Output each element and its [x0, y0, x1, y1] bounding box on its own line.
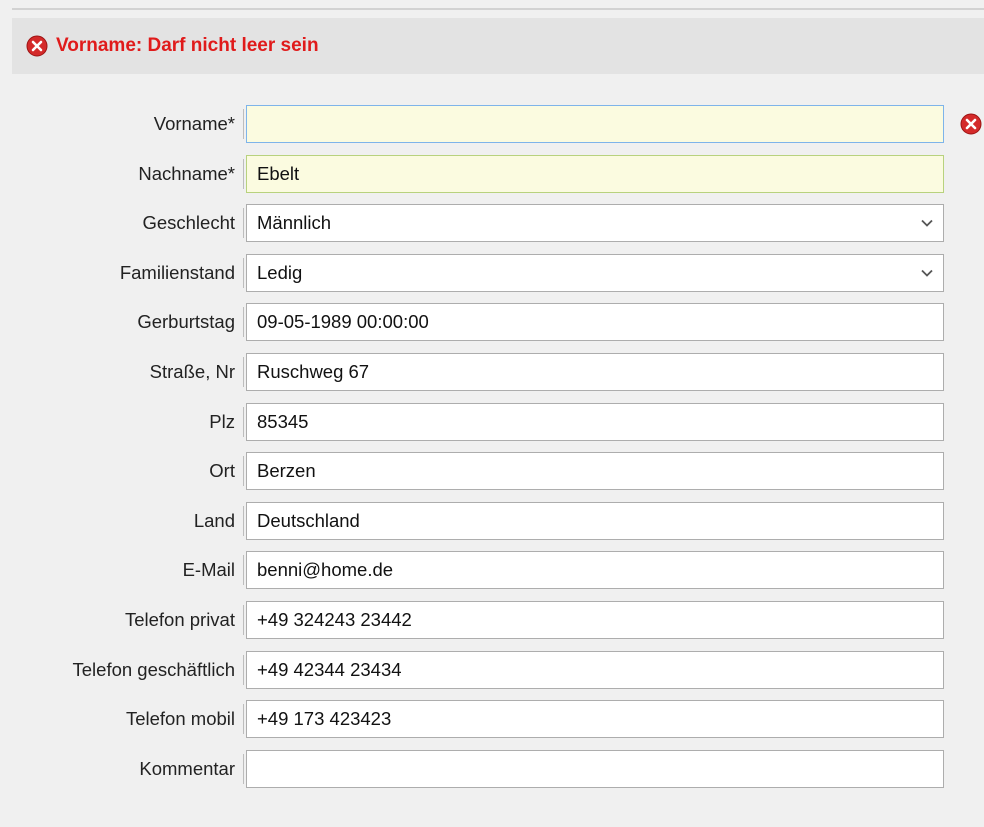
ort-input[interactable]: Berzen	[246, 452, 944, 491]
top-divider	[12, 8, 984, 10]
land-input[interactable]: Deutschland	[246, 501, 944, 540]
email-input[interactable]: benni@home.de	[246, 551, 944, 590]
telefon-mobil-input[interactable]: +49 173 423423	[246, 700, 944, 739]
validation-error-message: Vorname: Darf nicht leer sein	[56, 35, 319, 56]
form-row-telefon-geschaeftlich: Telefon geschäftlich +49 42344 23434	[0, 650, 984, 701]
form-row-telefon-privat: Telefon privat +49 324243 23442	[0, 600, 984, 651]
error-x-circle-icon	[26, 35, 48, 57]
validation-error-banner: Vorname: Darf nicht leer sein	[12, 18, 984, 74]
person-form: Vorname* Nachname* Ebelt Geschlecht Männ…	[0, 105, 984, 799]
geschlecht-select[interactable]: Männlich	[246, 204, 944, 243]
strasse-input[interactable]: Ruschweg 67	[246, 352, 944, 391]
form-row-familienstand: Familienstand Ledig	[0, 253, 984, 304]
form-row-nachname: Nachname* Ebelt	[0, 154, 984, 205]
label-separator	[243, 208, 244, 239]
form-row-geburtstag: Gerburtstag 09-05-1989 00:00:00	[0, 303, 984, 353]
geburtstag-input[interactable]: 09-05-1989 00:00:00	[246, 303, 944, 342]
kommentar-input[interactable]	[246, 749, 944, 788]
telefon-geschaeftlich-label: Telefon geschäftlich	[72, 658, 236, 680]
ort-label: Ort	[209, 460, 235, 482]
email-label: E-Mail	[182, 559, 235, 581]
label-separator	[243, 257, 244, 288]
label-separator	[243, 456, 244, 487]
label-separator	[243, 158, 244, 189]
field-error-icon	[960, 113, 982, 135]
form-row-strasse: Straße, Nr Ruschweg 67	[0, 352, 984, 403]
familienstand-label: Familienstand	[119, 261, 235, 283]
label-separator	[243, 704, 244, 735]
chevron-down-icon[interactable]	[921, 269, 933, 277]
telefon-privat-input[interactable]: +49 324243 23442	[246, 600, 944, 639]
form-row-geschlecht: Geschlecht Männlich	[0, 204, 984, 254]
nachname-input[interactable]: Ebelt	[246, 154, 944, 193]
geburtstag-label: Gerburtstag	[137, 311, 235, 333]
form-row-telefon-mobil: Telefon mobil +49 173 423423	[0, 700, 984, 750]
label-separator	[243, 505, 244, 536]
strasse-label: Straße, Nr	[149, 360, 235, 382]
familienstand-select[interactable]: Ledig	[246, 253, 944, 292]
form-row-plz: Plz 85345	[0, 402, 984, 453]
label-separator	[243, 604, 244, 635]
label-separator	[243, 406, 244, 437]
form-row-kommentar: Kommentar	[0, 749, 984, 800]
label-separator	[243, 555, 244, 586]
label-separator	[243, 356, 244, 387]
plz-label: Plz	[209, 410, 235, 432]
telefon-geschaeftlich-input[interactable]: +49 42344 23434	[246, 650, 944, 689]
chevron-down-icon[interactable]	[921, 219, 933, 227]
familienstand-selected-value: Ledig	[257, 261, 303, 283]
form-row-email: E-Mail benni@home.de	[0, 551, 984, 601]
form-row-ort: Ort Berzen	[0, 452, 984, 502]
land-label: Land	[193, 509, 235, 531]
vorname-input[interactable]	[246, 105, 944, 143]
telefon-mobil-label: Telefon mobil	[125, 708, 235, 730]
kommentar-label: Kommentar	[139, 757, 235, 779]
label-separator	[243, 307, 244, 338]
telefon-privat-label: Telefon privat	[124, 608, 235, 630]
form-row-vorname: Vorname*	[0, 105, 984, 155]
geschlecht-selected-value: Männlich	[257, 212, 332, 234]
label-separator	[243, 654, 244, 685]
form-row-land: Land Deutschland	[0, 501, 984, 552]
nachname-label: Nachname*	[138, 162, 235, 184]
geschlecht-label: Geschlecht	[142, 212, 235, 234]
label-separator	[243, 753, 244, 784]
vorname-label: Vorname*	[153, 113, 235, 134]
label-separator	[243, 109, 244, 139]
plz-input[interactable]: 85345	[246, 402, 944, 441]
